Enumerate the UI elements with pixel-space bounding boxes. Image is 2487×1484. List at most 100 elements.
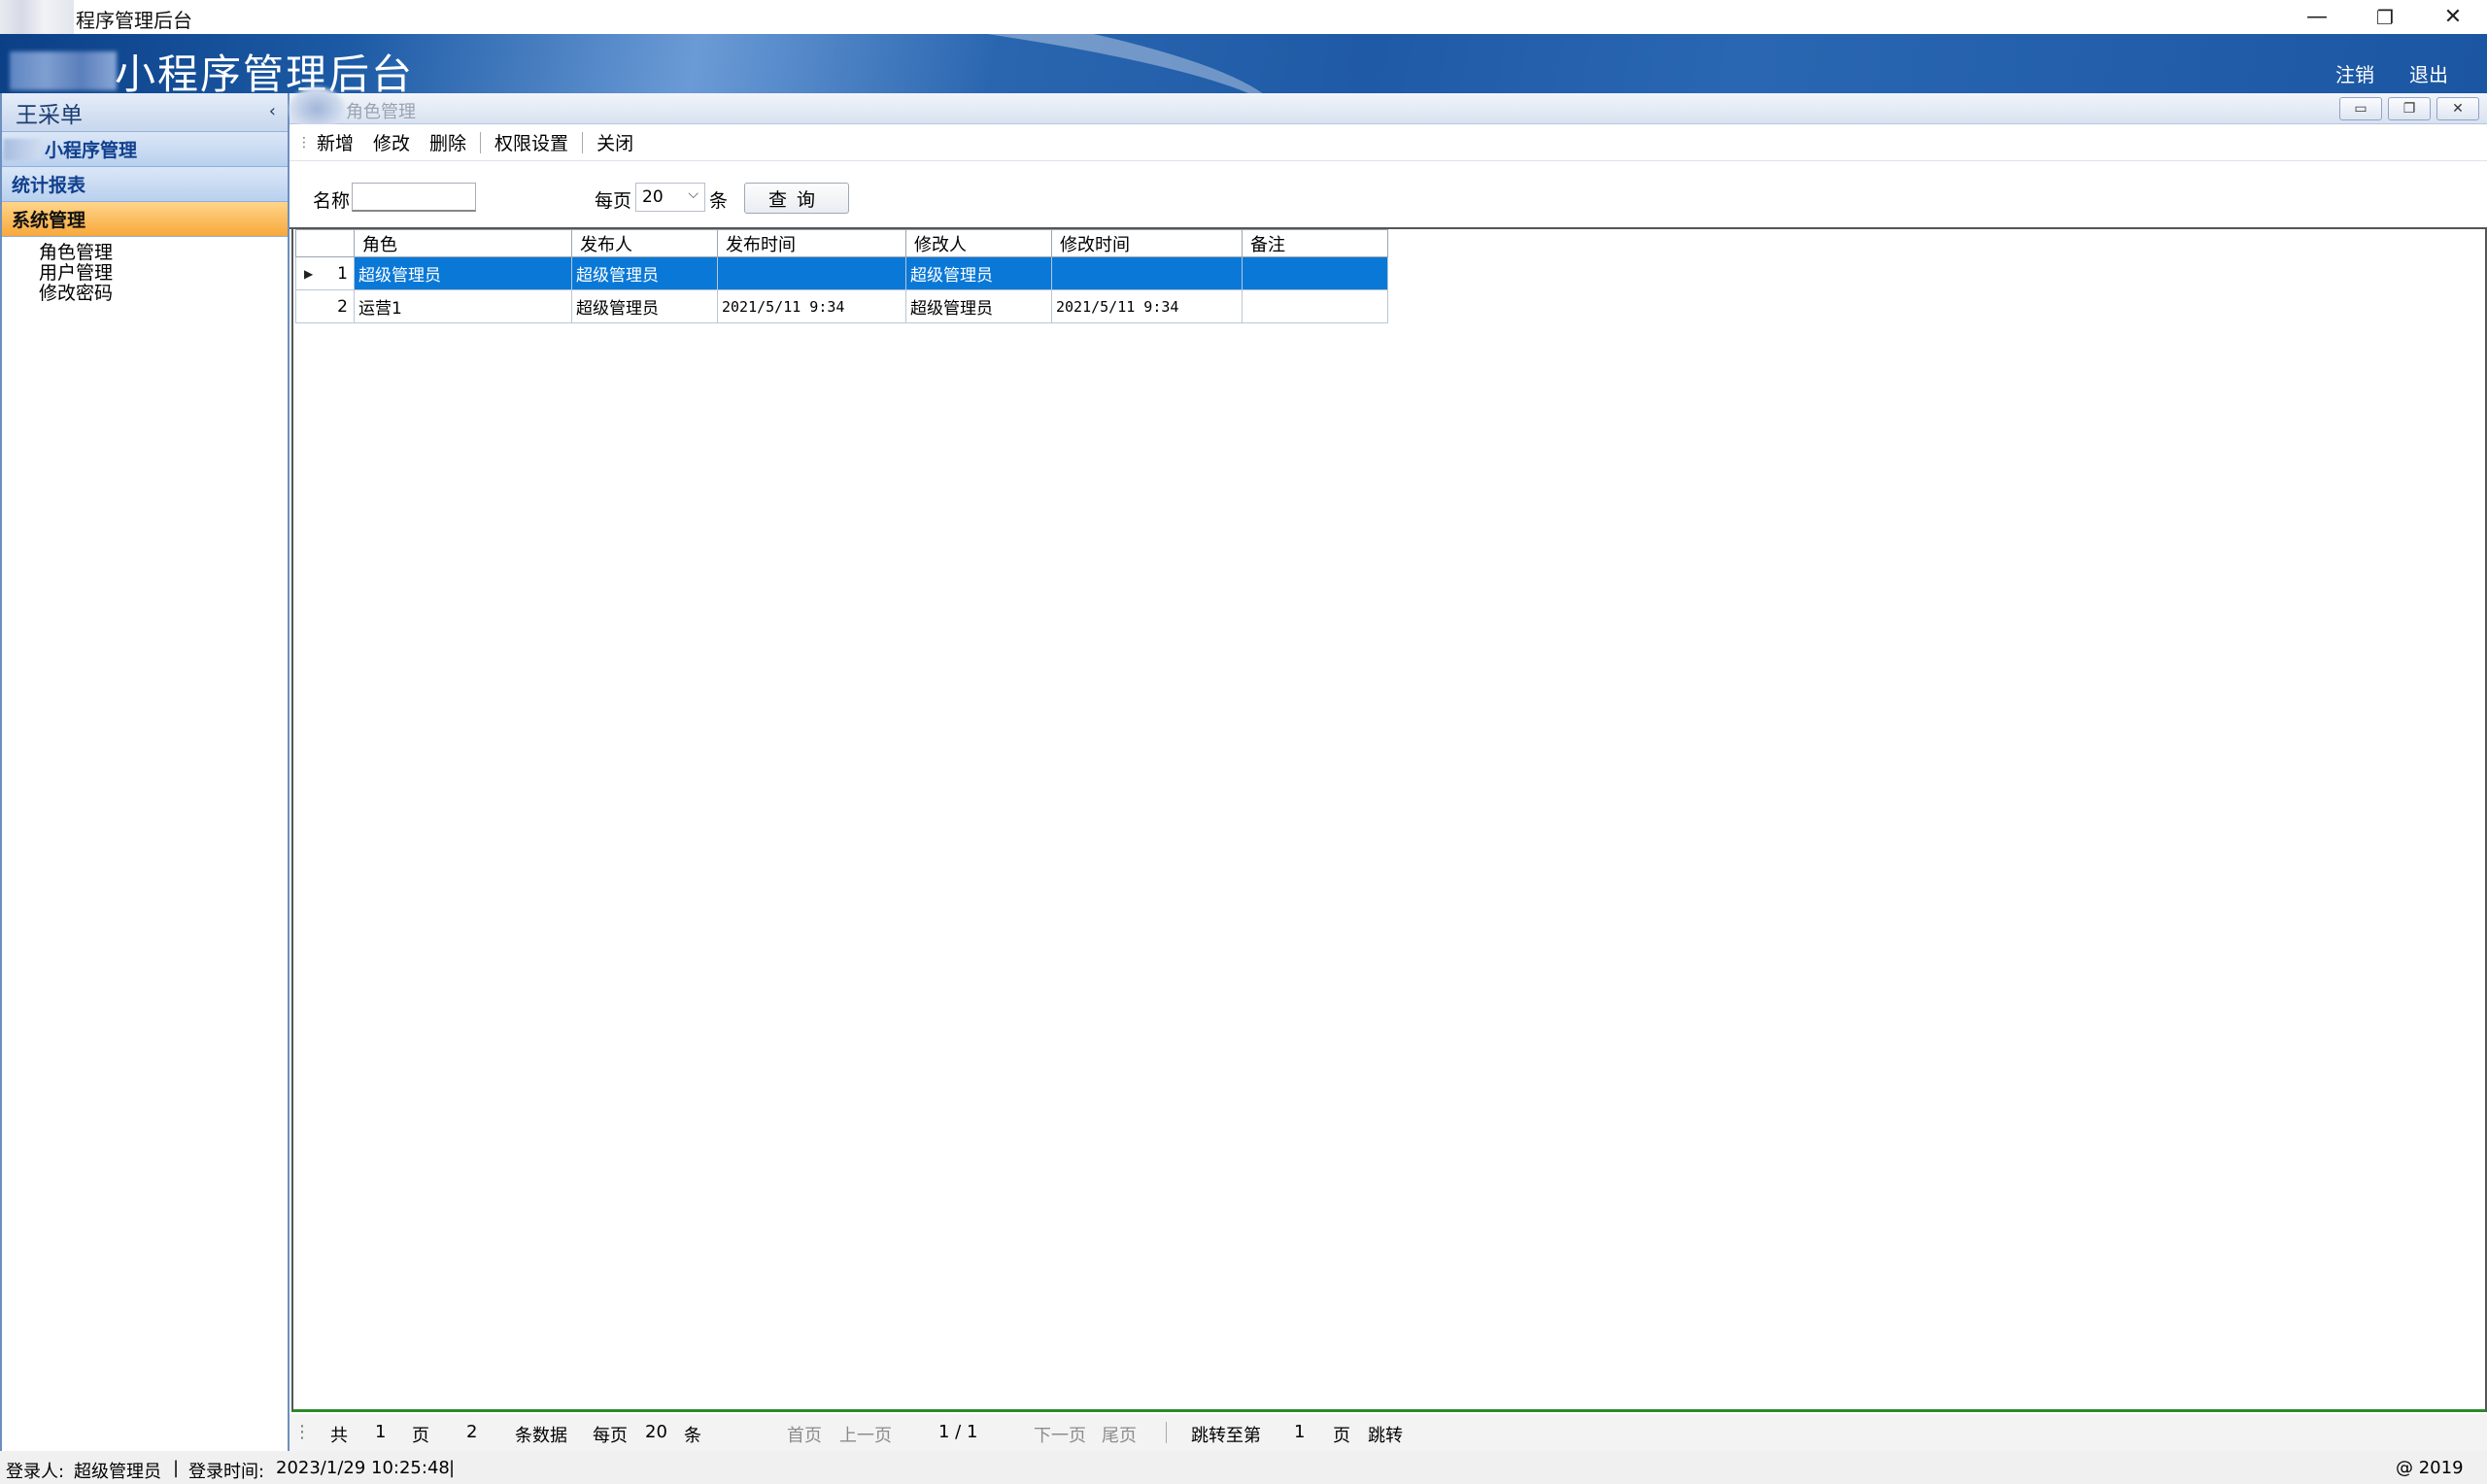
first-page-button[interactable]: 首页: [787, 1422, 822, 1447]
login-user-value: 超级管理员: [74, 1462, 161, 1482]
name-input[interactable]: [352, 183, 476, 212]
pager-total-pages: 1: [375, 1422, 387, 1442]
jump-unit: 页: [1333, 1426, 1350, 1446]
sidebar-group-reports[interactable]: 统计报表: [2, 167, 288, 202]
prev-page-button[interactable]: 上一页: [839, 1422, 892, 1447]
login-time-value: 2023/1/29 10:25:48: [276, 1458, 450, 1478]
status-separator: |: [449, 1458, 456, 1478]
jump-prefix: 跳转至第: [1191, 1426, 1261, 1446]
cell-role[interactable]: 运营1: [354, 289, 572, 323]
sidebar-group-system[interactable]: 系统管理: [2, 202, 288, 237]
column-header-modifier[interactable]: 修改人: [905, 229, 1052, 257]
next-page-button[interactable]: 下一页: [1034, 1422, 1086, 1447]
cell-modifier[interactable]: 超级管理员: [905, 289, 1052, 323]
column-header-publish-time[interactable]: 发布时间: [717, 229, 906, 257]
table-row[interactable]: 2 运营1 超级管理员 2021/5/11 9:34 超级管理员 2021/5/…: [295, 289, 1388, 323]
cell-publish-time[interactable]: [717, 256, 906, 290]
pager-total-records: 2: [466, 1422, 478, 1442]
doc-restore-button[interactable]: ❐: [2388, 97, 2431, 120]
sidebar-item-change-password[interactable]: 修改密码: [39, 284, 288, 304]
window-title: 程序管理后台: [76, 9, 192, 32]
add-button[interactable]: 新增: [317, 129, 363, 155]
doc-minimize-button[interactable]: ▭: [2339, 97, 2382, 120]
restore-button[interactable]: ❐: [2351, 0, 2419, 34]
row-header-corner: [295, 229, 355, 257]
toolbar: ⋮ 新增 修改 删除 权限设置 关闭: [290, 124, 2487, 161]
column-header-modify-time[interactable]: 修改时间: [1051, 229, 1243, 257]
login-time-label: 登录时间:: [188, 1462, 265, 1482]
cell-modifier[interactable]: 超级管理员: [905, 256, 1052, 290]
cell-publisher[interactable]: 超级管理员: [571, 256, 718, 290]
sidebar-group-label: 统计报表: [12, 175, 86, 196]
toolbar-separator: [582, 131, 584, 153]
collapse-icon[interactable]: ‹: [269, 101, 276, 121]
per-page-value: 20: [642, 187, 664, 207]
logout-link[interactable]: 注销: [2335, 59, 2374, 87]
per-page-unit: 条: [709, 190, 729, 212]
role-table: 角色 发布人 发布时间 修改人 修改时间 备注 ▶ 1 超级管理员 超级管理员 …: [295, 229, 1388, 323]
cell-remark[interactable]: [1242, 289, 1388, 323]
column-header-remark[interactable]: 备注: [1242, 229, 1388, 257]
column-header-role[interactable]: 角色: [354, 229, 572, 257]
row-header[interactable]: ▶ 1: [295, 256, 355, 290]
close-button[interactable]: 关闭: [587, 129, 643, 155]
minimize-button[interactable]: —: [2283, 0, 2351, 34]
pager-page-unit: 页: [412, 1426, 429, 1446]
edit-button[interactable]: 修改: [363, 129, 420, 155]
sidebar-group-miniprogram[interactable]: 小程序管理: [2, 132, 288, 167]
pager-grip-icon: ⋮: [293, 1422, 311, 1442]
pager-per-page-unit: 条: [684, 1426, 701, 1446]
cell-modify-time[interactable]: [1051, 256, 1243, 290]
pager-total-prefix: 共: [330, 1426, 348, 1446]
pager: ⋮ 共 1 页 2 条数据 每页 20 条 首页 上一页 1 / 1 下一页 尾…: [290, 1414, 2487, 1451]
cell-publish-time[interactable]: 2021/5/11 9:34: [717, 289, 906, 323]
login-user-label: 登录人:: [6, 1462, 65, 1482]
status-bar: 登录人: 超级管理员 | 登录时间: 2023/1/29 10:25:48 | …: [0, 1451, 2487, 1484]
banner-decoration: [402, 34, 1288, 93]
last-page-button[interactable]: 尾页: [1102, 1422, 1137, 1447]
sidebar-subitems: 角色管理 用户管理 修改密码: [2, 237, 288, 304]
doc-close-button[interactable]: ✕: [2436, 97, 2479, 120]
jump-button[interactable]: 跳转: [1368, 1422, 1403, 1447]
column-header-publisher[interactable]: 发布人: [571, 229, 718, 257]
chevron-down-icon: ⌵: [688, 186, 698, 202]
cell-publisher[interactable]: 超级管理员: [571, 289, 718, 323]
filter-bar: 名称 每页 20 ⌵ 条 查询: [290, 161, 2487, 229]
query-button[interactable]: 查询: [744, 183, 849, 214]
permission-settings-button[interactable]: 权限设置: [485, 129, 578, 155]
per-page-select[interactable]: 20 ⌵: [635, 183, 705, 212]
name-label: 名称: [313, 190, 351, 212]
app-icon: [0, 0, 74, 34]
table-row[interactable]: ▶ 1 超级管理员 超级管理员 超级管理员: [295, 256, 1388, 290]
sidebar-item-user-management[interactable]: 用户管理: [39, 263, 288, 284]
sidebar-item-role-management[interactable]: 角色管理: [39, 243, 288, 263]
pager-separator: [1166, 1422, 1167, 1443]
sidebar-title: 王采单: [16, 102, 83, 128]
banner-blurred-logo: [10, 51, 117, 90]
cell-role[interactable]: 超级管理员: [354, 256, 572, 290]
sidebar-group-label: 小程序管理: [45, 140, 138, 161]
toolbar-grip-icon: ⋮: [297, 134, 311, 151]
app-title: 小程序管理后台: [115, 51, 415, 93]
group-icon: [4, 138, 41, 160]
row-pointer-icon: ▶: [304, 267, 314, 281]
cell-remark[interactable]: [1242, 256, 1388, 290]
cell-modify-time[interactable]: 2021/5/11 9:34: [1051, 289, 1243, 323]
status-separator: |: [173, 1458, 180, 1478]
grid-area: 角色 发布人 发布时间 修改人 修改时间 备注 ▶ 1 超级管理员 超级管理员 …: [291, 229, 2487, 1412]
exit-link[interactable]: 退出: [2409, 59, 2448, 87]
document-title: 角色管理: [346, 102, 416, 122]
row-index: 2: [337, 296, 348, 317]
per-page-label: 每页: [595, 190, 632, 212]
row-header[interactable]: 2: [295, 289, 355, 323]
sidebar-header: 王采单 ‹: [2, 93, 288, 132]
page-position: 1 / 1: [938, 1422, 978, 1442]
close-window-button[interactable]: ✕: [2419, 0, 2487, 34]
jump-page-input[interactable]: 1: [1294, 1422, 1305, 1442]
pager-records-unit: 条数据: [515, 1426, 567, 1446]
delete-button[interactable]: 删除: [420, 129, 476, 155]
copyright-text: @ 2019: [2396, 1458, 2464, 1478]
table-header-row: 角色 发布人 发布时间 修改人 修改时间 备注: [295, 229, 1388, 257]
pager-per-page-label: 每页: [593, 1426, 628, 1446]
toolbar-separator: [480, 131, 482, 153]
